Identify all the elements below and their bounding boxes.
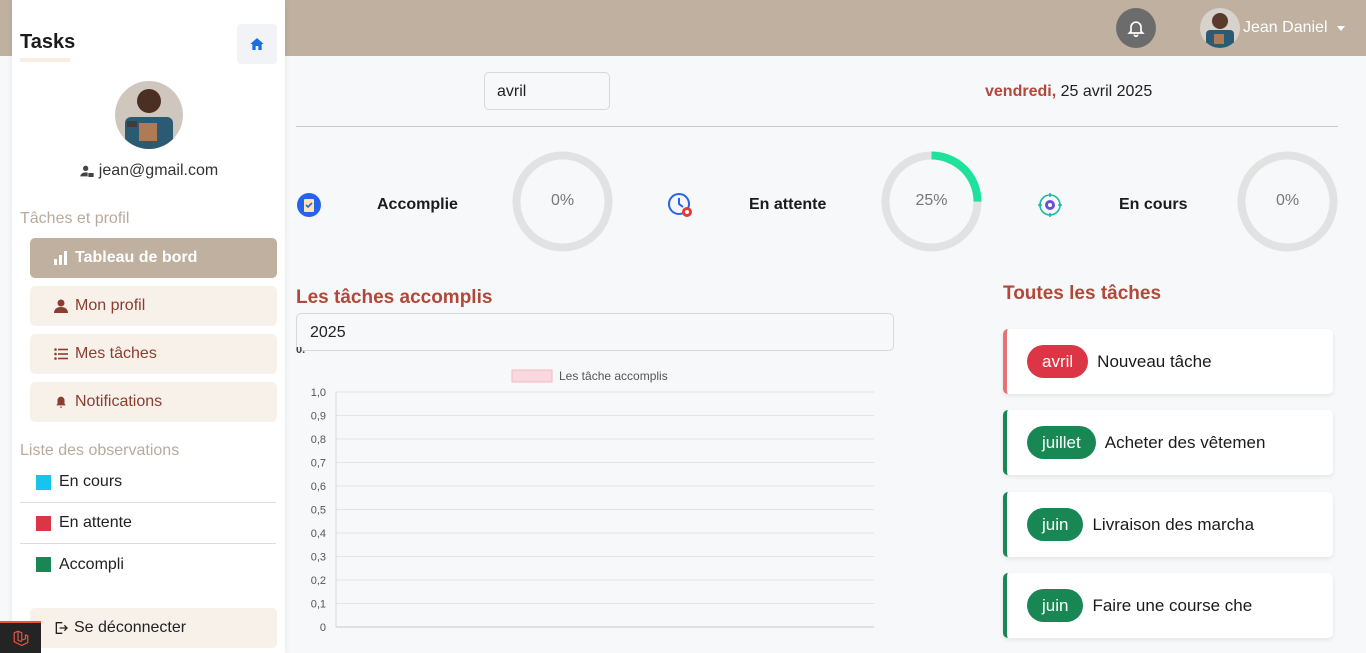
chart-y-tick-label: 0,5 <box>311 505 326 517</box>
sidebar-item-tasks[interactable]: Mes tâches <box>30 334 277 374</box>
list-icon <box>54 348 68 360</box>
chart-y-tick-label: 0 <box>320 622 326 634</box>
brand-title: Tasks <box>20 31 76 53</box>
stat-percent-en-cours: 0% <box>1275 192 1300 209</box>
task-month-badge: avril <box>1027 345 1089 378</box>
chart-y-tick-label: 0,4 <box>311 528 326 540</box>
sidebar-item-notifications[interactable]: Notifications <box>30 382 277 422</box>
legend-item-en-attente: En attente <box>20 503 276 544</box>
current-date: vendredi, 25 avril 2025 <box>985 83 1152 101</box>
sidebar-item-dashboard[interactable]: Tableau de bord <box>30 238 277 278</box>
chart-y-tick-label: 0,9 <box>311 411 326 423</box>
chart-y-tick-label: 0,3 <box>311 552 326 564</box>
logout-icon <box>55 622 68 634</box>
sidebar-item-profile[interactable]: Mon profil <box>30 286 277 326</box>
clipboard-check-icon <box>296 192 322 218</box>
legend-swatch <box>36 515 51 531</box>
legend-item-en-cours: En cours <box>20 462 276 503</box>
home-icon <box>250 38 264 50</box>
chevron-down-icon <box>1336 25 1345 31</box>
user-menu-dropdown[interactable]: Jean Daniel <box>1200 8 1345 48</box>
user-email: jean@gmail.com <box>12 162 285 180</box>
task-title: Nouveau tâche <box>1097 351 1212 371</box>
section-label-observations: Liste des observations <box>20 442 180 459</box>
legend-swatch <box>36 557 51 572</box>
sidebar-item-label: Tableau de bord <box>75 249 198 266</box>
profile-avatar <box>115 81 183 149</box>
stat-label-en-cours: En cours <box>1119 196 1188 213</box>
bell-icon <box>56 396 66 408</box>
avatar <box>1200 8 1240 48</box>
laravel-logo-icon <box>13 630 28 647</box>
sidebar-item-label: Notifications <box>75 393 163 410</box>
sidebar-item-label: Mes tâches <box>75 345 157 362</box>
task-month-badge: juillet <box>1027 426 1096 459</box>
stat-percent-accomplie: 0% <box>550 192 575 209</box>
section-label-tasks-profile: Tâches et profil <box>20 210 130 227</box>
user-icon <box>54 299 68 313</box>
bell-icon <box>1127 21 1145 38</box>
legend-label: Accompli <box>59 555 124 573</box>
task-card[interactable]: juin Livraison des marcha <box>1003 492 1333 557</box>
chart-y-tick-label: 0,2 <box>311 575 326 587</box>
legend-label: En cours <box>59 473 123 490</box>
user-name: Jean Daniel <box>1243 19 1328 36</box>
chart-y-tick-label: 0,6 <box>311 481 326 493</box>
legend-swatch <box>36 474 51 490</box>
sidebar: Tasks jean@gmail.com Tâches et profil Ta… <box>12 0 285 653</box>
logout-button[interactable]: Se déconnecter <box>30 608 277 648</box>
brand-underline <box>20 58 70 62</box>
stat-label-en-attente: En attente <box>749 196 827 213</box>
home-button[interactable] <box>237 24 277 64</box>
email-text: jean@gmail.com <box>98 162 219 179</box>
tasks-section-title: Toutes les tâches <box>1003 283 1162 304</box>
chart-legend-swatch <box>511 369 553 383</box>
tasks-bar-chart: Les tâche accomplis 0 0,1 0,2 0,3 0,4 0,5 0,6 0… <box>311 369 874 634</box>
chart-section-title: Les tâches accomplis <box>296 287 493 308</box>
task-card[interactable]: avril Nouveau tâche <box>1003 329 1333 394</box>
gear-target-icon <box>1037 192 1063 218</box>
chart-y-tick-label: 0,1 <box>311 599 326 611</box>
chart-y-tick-label: 0,8 <box>311 434 326 446</box>
legend-item-accompli: Accompli <box>20 544 276 585</box>
legend-label: En attente <box>59 514 132 531</box>
date-rest: 25 avril 2025 <box>1060 83 1153 100</box>
notification-bell-button[interactable] <box>1116 8 1156 48</box>
laravel-debug-badge[interactable] <box>0 621 41 653</box>
task-title: Faire une course che <box>1092 595 1253 615</box>
clock-alert-icon <box>667 192 693 218</box>
month-select[interactable]: avril <box>484 72 610 110</box>
chart-legend-label: Les tâche accomplis <box>559 369 668 383</box>
task-card[interactable]: juin Faire une course che <box>1003 573 1333 638</box>
task-title: Acheter des vêtemen <box>1104 432 1266 452</box>
bar-chart-icon <box>54 251 67 265</box>
divider <box>296 126 1338 127</box>
user-lock-icon <box>80 165 94 177</box>
task-card[interactable]: juillet Acheter des vêtemen <box>1003 410 1333 475</box>
task-month-badge: juin <box>1027 589 1084 622</box>
stat-label-accomplie: Accomplie <box>377 196 458 213</box>
stat-percent-en-attente: 25% <box>915 192 948 209</box>
sidebar-item-label: Mon profil <box>75 297 146 314</box>
chart-legend[interactable]: Les tâche accomplis <box>511 369 668 383</box>
task-title: Livraison des marcha <box>1092 514 1255 534</box>
date-day: vendredi, <box>985 83 1057 100</box>
logout-label: Se déconnecter <box>74 619 187 636</box>
chart-y-tick-label: 1,0 <box>311 387 326 399</box>
chart-y-tick-label: 0,7 <box>311 458 326 470</box>
task-month-badge: juin <box>1027 508 1084 541</box>
